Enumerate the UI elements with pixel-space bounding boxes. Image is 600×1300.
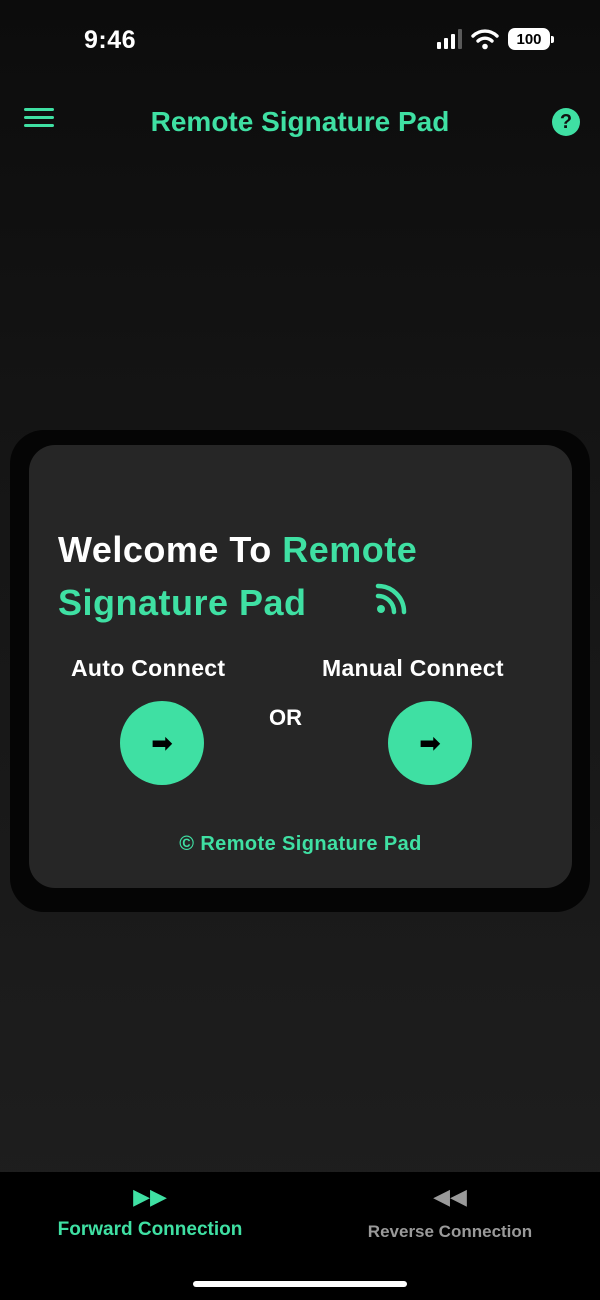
battery-icon: 100 — [508, 28, 554, 50]
welcome-card: Welcome To Remote Signature Pad Auto Con… — [29, 445, 572, 888]
auto-connect-button[interactable]: ➡ — [120, 701, 204, 785]
home-indicator[interactable] — [193, 1281, 407, 1287]
rewind-icon: ◀◀ — [433, 1184, 467, 1209]
status-bar: 9:46 100 — [0, 0, 600, 80]
tab-forward-connection[interactable]: ▶▶ Forward Connection — [0, 1172, 300, 1262]
copyright-text: © Remote Signature Pad — [179, 833, 422, 855]
tab-label: Forward Connection — [57, 1219, 243, 1240]
welcome-prefix: Welcome To — [58, 529, 283, 570]
help-button[interactable]: ? — [552, 108, 580, 136]
rss-feed-icon — [375, 583, 407, 615]
status-time: 9:46 — [84, 26, 137, 54]
welcome-heading: Welcome To Remote Signature Pad — [58, 523, 538, 629]
or-divider: OR — [269, 705, 302, 730]
manual-connect-button[interactable]: ➡ — [388, 701, 472, 785]
cellular-signal-icon — [437, 29, 462, 49]
app-header: Remote Signature Pad ? — [0, 92, 600, 152]
arrow-right-icon: ➡ — [419, 727, 441, 758]
fast-forward-icon: ▶▶ — [133, 1184, 167, 1209]
wifi-icon — [471, 29, 499, 50]
tab-reverse-connection[interactable]: ◀◀ Reverse Connection — [300, 1172, 600, 1262]
auto-connect-label: Auto Connect — [71, 655, 226, 681]
tab-label: Reverse Connection — [367, 1222, 533, 1241]
manual-connect-label: Manual Connect — [322, 655, 504, 681]
status-icons: 100 — [437, 28, 554, 50]
arrow-right-icon: ➡ — [151, 727, 173, 758]
page-title: Remote Signature Pad — [150, 106, 450, 137]
